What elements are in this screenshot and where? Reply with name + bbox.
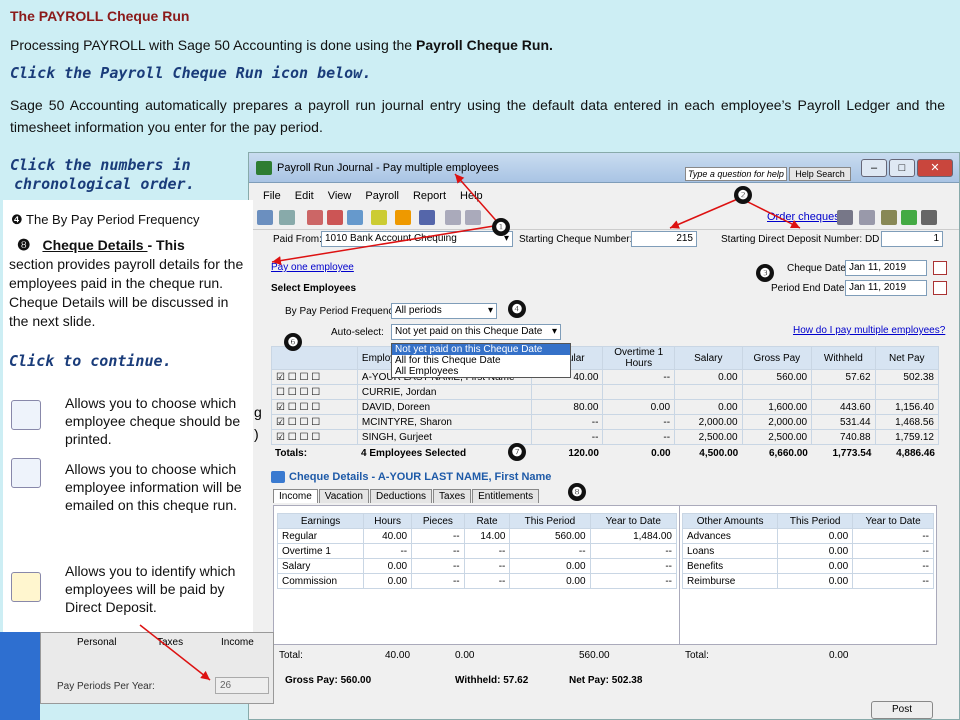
callout-3[interactable]: ❸ xyxy=(756,264,774,282)
arrow-1-pay-one xyxy=(271,224,501,266)
callout-8[interactable]: ❽ xyxy=(568,483,586,501)
autoselect-dropdown-list: Not yet paid on this Cheque Date All for… xyxy=(391,343,571,378)
callout-1[interactable]: ❶ xyxy=(492,218,510,236)
callout-2[interactable]: ❷ xyxy=(734,186,752,204)
autoselect-option[interactable]: All Employees xyxy=(392,366,570,377)
autoselect-option[interactable]: All for this Cheque Date xyxy=(392,355,570,366)
callout-7[interactable]: ❼ xyxy=(508,443,526,461)
arrow-2-cheque xyxy=(669,197,741,229)
arrow-2-dd xyxy=(739,197,801,229)
arrow-1-title xyxy=(454,173,501,226)
autoselect-option[interactable]: Not yet paid on this Cheque Date xyxy=(392,344,570,355)
arrow-pay-periods xyxy=(139,624,211,681)
callout-6[interactable]: ❻ xyxy=(284,333,302,351)
callout-4[interactable]: ❹ xyxy=(508,300,526,318)
